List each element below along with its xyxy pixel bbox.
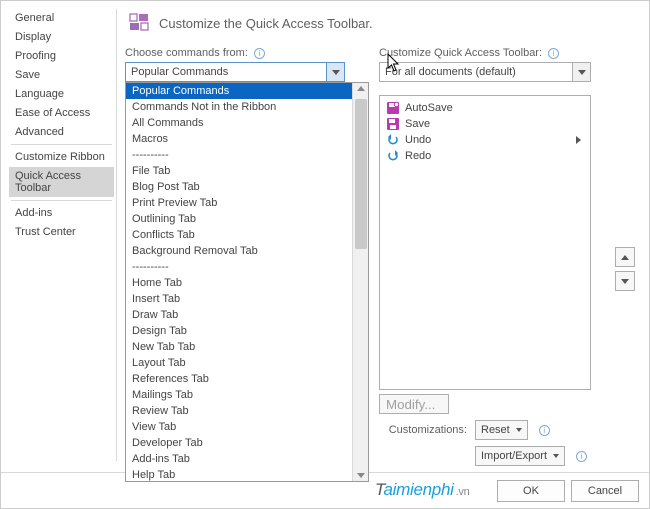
qat-scope-combo[interactable]: For all documents (default) — [379, 62, 591, 82]
arrow-up-icon — [621, 255, 629, 260]
sidebar-item-quick-access-toolbar[interactable]: Quick Access Toolbar — [9, 167, 114, 197]
ok-button[interactable]: OK — [497, 480, 565, 502]
qat-item-label: Save — [405, 118, 430, 130]
qat-item-autosave[interactable]: AutoSave — [382, 100, 588, 116]
dropdown-option[interactable]: Insert Tab — [126, 291, 352, 307]
sidebar-divider — [11, 144, 112, 145]
move-down-button[interactable] — [615, 271, 635, 291]
dropdown-option[interactable]: Commands Not in the Ribbon — [126, 99, 352, 115]
dropdown-option[interactable]: Conflicts Tab — [126, 227, 352, 243]
qat-item-label: Redo — [405, 150, 431, 162]
commands-dropdown-list[interactable]: Popular CommandsCommands Not in the Ribb… — [125, 82, 369, 482]
toolbar-customize-icon — [125, 9, 153, 37]
dropdown-option[interactable]: Add-ins Tab — [126, 451, 352, 467]
redo-icon — [386, 149, 400, 163]
dropdown-option[interactable]: Layout Tab — [126, 355, 352, 371]
dropdown-option[interactable]: Macros — [126, 131, 352, 147]
qat-items-list[interactable]: AutoSave Save Undo — [379, 95, 591, 390]
dropdown-option[interactable]: Popular Commands — [126, 83, 352, 99]
sidebar-item-display[interactable]: Display — [9, 28, 114, 46]
dropdown-option[interactable]: Review Tab — [126, 403, 352, 419]
dropdown-option[interactable]: Developer Tab — [126, 435, 352, 451]
main-panel: Customize the Quick Access Toolbar. Choo… — [117, 9, 641, 461]
reset-label: Reset — [481, 424, 510, 436]
dropdown-option[interactable]: All Commands — [126, 115, 352, 131]
dropdown-option[interactable]: Design Tab — [126, 323, 352, 339]
split-button-arrow-icon[interactable] — [576, 136, 581, 144]
qat-item-label: AutoSave — [405, 102, 453, 114]
import-export-button[interactable]: Import/Export — [475, 446, 565, 466]
dropdown-option[interactable]: View Tab — [126, 419, 352, 435]
chevron-down-icon — [516, 428, 522, 432]
combo-value: For all documents (default) — [380, 66, 572, 78]
undo-icon — [386, 133, 400, 147]
sidebar-item-add-ins[interactable]: Add-ins — [9, 204, 114, 222]
autosave-icon — [386, 101, 400, 115]
dropdown-option[interactable]: ---------- — [126, 147, 352, 163]
sidebar-item-general[interactable]: General — [9, 9, 114, 27]
sidebar-item-language[interactable]: Language — [9, 85, 114, 103]
choose-commands-panel: Choose commands from: i Popular Commands… — [125, 47, 365, 466]
dropdown-option[interactable]: New Tab Tab — [126, 339, 352, 355]
info-icon[interactable]: i — [254, 48, 265, 59]
dropdown-scrollbar[interactable] — [352, 83, 368, 481]
customize-qat-panel: Customize Quick Access Toolbar: i For al… — [379, 47, 633, 466]
info-icon[interactable]: i — [539, 425, 550, 436]
sidebar-item-ease-of-access[interactable]: Ease of Access — [9, 104, 114, 122]
customizations-label: Customizations: — [379, 424, 467, 436]
info-icon[interactable]: i — [548, 48, 559, 59]
customize-qat-label: Customize Quick Access Toolbar: — [379, 47, 542, 59]
arrow-down-icon — [621, 279, 629, 284]
choose-commands-label: Choose commands from: — [125, 47, 248, 59]
panel-title-row: Customize the Quick Access Toolbar. — [125, 9, 633, 37]
chevron-down-icon — [332, 70, 340, 75]
dropdown-option[interactable]: Draw Tab — [126, 307, 352, 323]
chevron-down-icon — [578, 70, 586, 75]
move-up-button[interactable] — [615, 247, 635, 267]
dropdown-option[interactable]: Blog Post Tab — [126, 179, 352, 195]
sidebar-item-save[interactable]: Save — [9, 66, 114, 84]
panel-title: Customize the Quick Access Toolbar. — [159, 16, 373, 31]
sidebar-divider — [11, 200, 112, 201]
category-sidebar: General Display Proofing Save Language E… — [9, 9, 117, 461]
dropdown-option[interactable]: Help Tab — [126, 467, 352, 481]
dropdown-option[interactable]: Home Tab — [126, 275, 352, 291]
sidebar-item-advanced[interactable]: Advanced — [9, 123, 114, 141]
dropdown-option[interactable]: Print Preview Tab — [126, 195, 352, 211]
reset-button[interactable]: Reset — [475, 420, 528, 440]
cancel-button[interactable]: Cancel — [571, 480, 639, 502]
combo-value: Popular Commands — [126, 66, 326, 78]
qat-item-save[interactable]: Save — [382, 116, 588, 132]
combo-dropdown-button[interactable] — [326, 63, 344, 81]
qat-item-redo[interactable]: Redo — [382, 148, 588, 164]
combo-dropdown-button[interactable] — [572, 63, 590, 81]
sidebar-item-trust-center[interactable]: Trust Center — [9, 223, 114, 241]
qat-item-label: Undo — [405, 134, 431, 146]
import-export-label: Import/Export — [481, 450, 547, 462]
choose-commands-combo[interactable]: Popular Commands — [125, 62, 345, 82]
dropdown-option[interactable]: References Tab — [126, 371, 352, 387]
chevron-down-icon — [553, 454, 559, 458]
sidebar-item-customize-ribbon[interactable]: Customize Ribbon — [9, 148, 114, 166]
dropdown-option[interactable]: File Tab — [126, 163, 352, 179]
dropdown-option[interactable]: Mailings Tab — [126, 387, 352, 403]
qat-item-undo[interactable]: Undo — [382, 132, 588, 148]
info-icon[interactable]: i — [576, 451, 587, 462]
scrollbar-thumb[interactable] — [355, 99, 367, 249]
save-icon — [386, 117, 400, 131]
sidebar-item-proofing[interactable]: Proofing — [9, 47, 114, 65]
reorder-buttons — [615, 247, 635, 291]
dropdown-option[interactable]: Outlining Tab — [126, 211, 352, 227]
options-dialog: General Display Proofing Save Language E… — [1, 1, 649, 461]
dropdown-option[interactable]: ---------- — [126, 259, 352, 275]
modify-button: Modify... — [379, 394, 449, 414]
dropdown-option[interactable]: Background Removal Tab — [126, 243, 352, 259]
